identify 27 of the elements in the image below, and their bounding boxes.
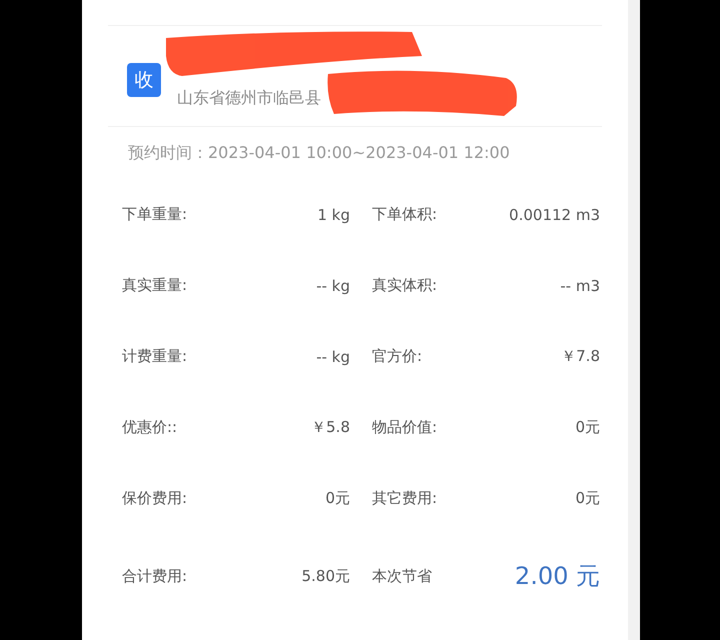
field-value: 0元 [325,489,350,508]
recipient-badge: 收 [127,63,161,97]
field-value: 0.00112 m3 [509,206,600,224]
field-label: 本次节省 [372,566,432,586]
field-value: ￥7.8 [561,347,600,366]
field-label: 其它费用: [372,489,438,508]
recipient-address: 山东省德州市临邑县 [177,88,321,108]
field-value: 0元 [575,418,600,437]
field-value: 0元 [575,489,600,508]
field-label: 下单重量: [122,205,188,224]
field-label: 下单体积: [372,205,438,224]
field-label: 合计费用: [122,566,188,586]
field-value: -- m3 [560,276,600,294]
field-value: -- kg [316,276,350,294]
field-value: 1 kg [317,206,350,224]
field-label: 优惠价:: [122,418,178,437]
appointment-time: 预约时间：2023-04-01 10:00~2023-04-01 12:00 [127,142,511,164]
field-value: 5.80元 [302,566,350,586]
field-label: 物品价值: [372,418,438,437]
field-value: 2.00 元 [514,561,600,592]
field-label: 计费重量: [122,347,188,366]
field-label: 官方价: [372,347,422,366]
field-value: -- kg [316,348,350,366]
field-value: ￥5.8 [311,418,350,437]
field-label: 真实体积: [372,276,438,295]
field-label: 保价费用: [122,489,188,508]
field-label: 真实重量: [122,276,188,295]
